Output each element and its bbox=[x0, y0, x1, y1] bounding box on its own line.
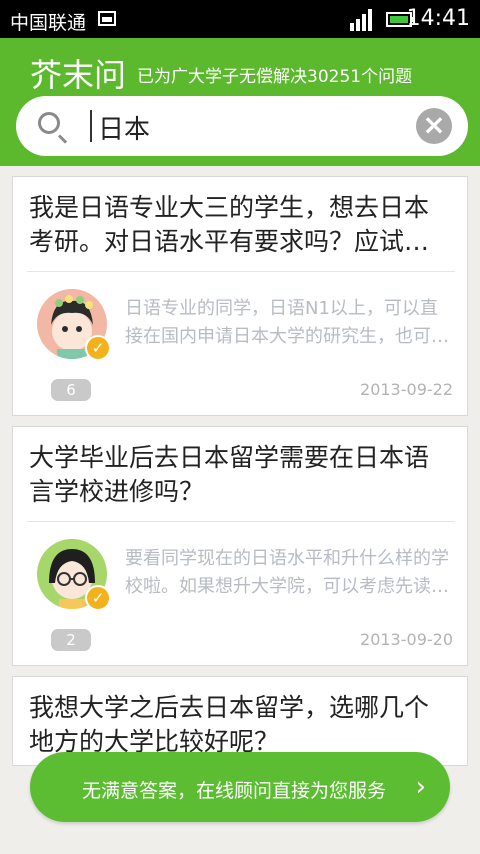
status-bar: 中国联通 14:41 bbox=[0, 0, 480, 38]
app-subtitle: 已为广大学子无偿解决30251个问题 bbox=[137, 67, 413, 87]
text-caret bbox=[90, 110, 92, 142]
question-title[interactable]: 大学毕业后去日本留学需要在日本语言学校进修吗？ bbox=[29, 441, 449, 509]
image-icon bbox=[98, 11, 116, 26]
status-time: 14:41 bbox=[406, 6, 470, 31]
signal-icon bbox=[350, 5, 378, 31]
divider bbox=[27, 271, 455, 272]
answer-date: 2013-09-22 bbox=[360, 380, 453, 399]
close-icon: × bbox=[422, 108, 446, 141]
search-input[interactable] bbox=[96, 104, 410, 150]
verified-check-icon: ✓ bbox=[85, 585, 111, 611]
chevron-right-icon: › bbox=[415, 772, 426, 802]
answer-count-badge: 6 bbox=[51, 379, 91, 401]
online-consultant-button[interactable]: 无满意答案，在线顾问直接为您服务 › bbox=[30, 752, 450, 822]
app-title: 芥末问 bbox=[30, 56, 127, 94]
divider bbox=[27, 521, 455, 522]
question-title[interactable]: 我是日语专业大三的学生，想去日本考研。对日语水平有要求吗？应试有什么要求？ bbox=[29, 191, 449, 259]
answer-date: 2013-09-20 bbox=[360, 630, 453, 649]
carrier-name: 中国联通 bbox=[10, 12, 87, 34]
answer-count-badge: 2 bbox=[51, 629, 91, 651]
cta-label: 无满意答案，在线顾问直接为您服务 bbox=[82, 780, 387, 802]
app-header: 芥末问 已为广大学子无偿解决30251个问题 × bbox=[0, 38, 480, 166]
search-bar[interactable]: × bbox=[16, 96, 468, 156]
results-list: 我是日语专业大三的学生，想去日本考研。对日语水平有要求吗？应试有什么要求？ ✓ … bbox=[12, 176, 468, 776]
question-title[interactable]: 我想大学之后去日本留学，选哪几个地方的大学比较好呢？ bbox=[29, 691, 449, 759]
search-icon[interactable] bbox=[38, 112, 60, 134]
clear-search-button[interactable]: × bbox=[416, 108, 452, 144]
answer-preview[interactable]: 日语专业的同学，日语N1以上，可以直接在国内申请日本大学的研究生，也可以先去语言… bbox=[125, 295, 455, 351]
answer-preview[interactable]: 要看同学现在的日语水平和升什么样的学校啦。如果想升大学院，可以考虑先读语言学校。 bbox=[125, 545, 455, 601]
verified-check-icon: ✓ bbox=[85, 335, 111, 361]
result-card[interactable]: 我是日语专业大三的学生，想去日本考研。对日语水平有要求吗？应试有什么要求？ ✓ … bbox=[12, 176, 468, 416]
result-card[interactable]: 大学毕业后去日本留学需要在日本语言学校进修吗？ ✓ 要看同学现在的日语水平和升什… bbox=[12, 426, 468, 666]
